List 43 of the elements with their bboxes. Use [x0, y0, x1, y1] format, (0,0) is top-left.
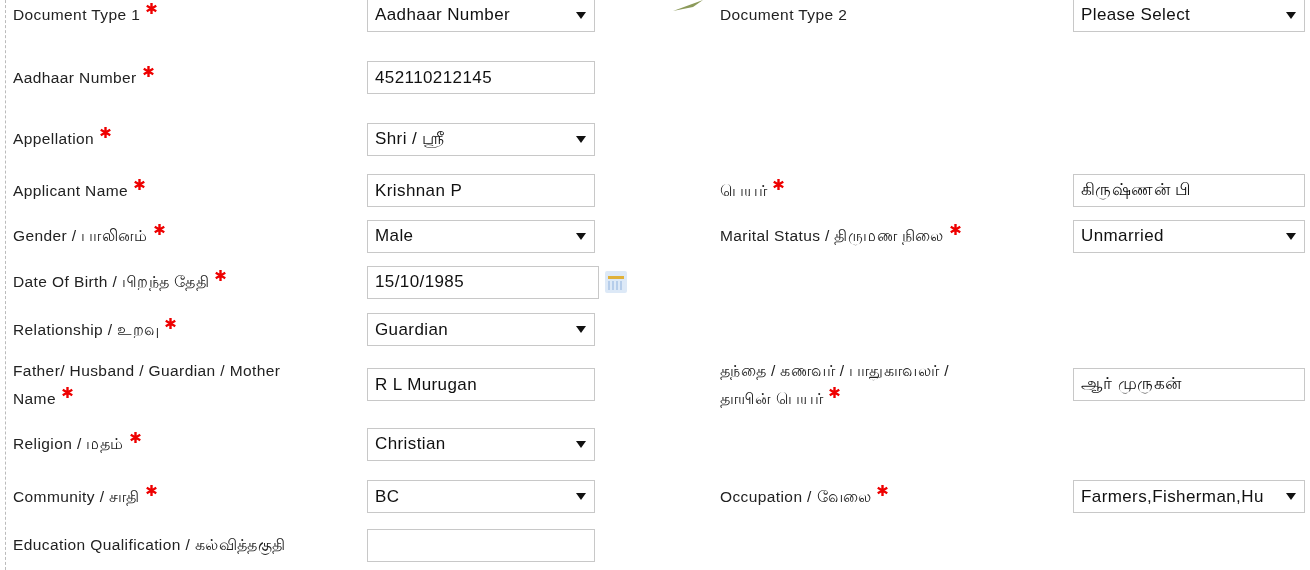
- dropdown[interactable]: Farmers,Fisherman,Hu: [1073, 480, 1305, 513]
- caret-icon: [576, 231, 586, 241]
- text-field[interactable]: 452110212145: [367, 61, 595, 94]
- field-label: Date Of Birth / பிறந்த தேதி: [13, 268, 313, 296]
- dropdown[interactable]: Shri / ஸ்ரீ: [367, 122, 595, 156]
- dropdown[interactable]: Unmarried: [1073, 219, 1305, 253]
- field-label: Document Type 2: [720, 5, 849, 25]
- caret-icon: [1286, 10, 1296, 20]
- text-field[interactable]: R L Murugan: [367, 368, 595, 401]
- field-label: Marital Status / திருமண நிலை: [720, 222, 970, 250]
- text-field[interactable]: Krishnan P: [367, 174, 595, 207]
- field-label: தந்தை / கணவர் / பாதுகாவலர் / தாயின் பெயர்: [720, 360, 950, 410]
- caret-icon: [576, 10, 586, 20]
- dropdown[interactable]: Male: [367, 219, 595, 253]
- field-label: Occupation / வேலை: [720, 482, 970, 511]
- caret-icon: [576, 325, 586, 334]
- field-label: Gender / பாலினம்: [13, 222, 313, 250]
- field-label: Father/ Husband / Guardian / Mother Name: [13, 360, 282, 409]
- caret-icon: [1286, 231, 1296, 241]
- field-label: Education Qualification / கல்வித்தகுதி: [13, 535, 287, 557]
- field-label: Religion / மதம்: [13, 430, 313, 458]
- calendar-icon[interactable]: [604, 270, 628, 294]
- text-field[interactable]: கிருஷ்ணன் பி: [1073, 174, 1305, 207]
- field-label: Appellation: [13, 125, 313, 153]
- caret-icon: [1286, 492, 1296, 501]
- field-label: Aadhaar Number: [13, 63, 313, 92]
- field-label: Relationship / உறவு: [13, 315, 313, 344]
- text-field[interactable]: [367, 528, 595, 562]
- caret-icon: [576, 439, 586, 449]
- dropdown[interactable]: Please Select: [1073, 0, 1305, 32]
- caret-icon: [576, 492, 586, 501]
- dropdown[interactable]: Guardian: [367, 313, 595, 346]
- callout-pointer: [673, 0, 703, 12]
- field-label: Community / சாதி: [13, 482, 313, 511]
- dropdown[interactable]: Christian: [367, 427, 595, 461]
- field-label: Document Type 1: [13, 1, 313, 29]
- field-label: Applicant Name: [13, 176, 313, 205]
- dropdown[interactable]: BC: [367, 480, 595, 513]
- caret-icon: [576, 134, 586, 144]
- dropdown[interactable]: Aadhaar Number: [367, 0, 595, 32]
- field-label: பெயர்: [720, 176, 970, 205]
- text-field[interactable]: ஆர் முருகன்: [1073, 368, 1305, 401]
- date-field[interactable]: 15/10/1985: [367, 265, 599, 299]
